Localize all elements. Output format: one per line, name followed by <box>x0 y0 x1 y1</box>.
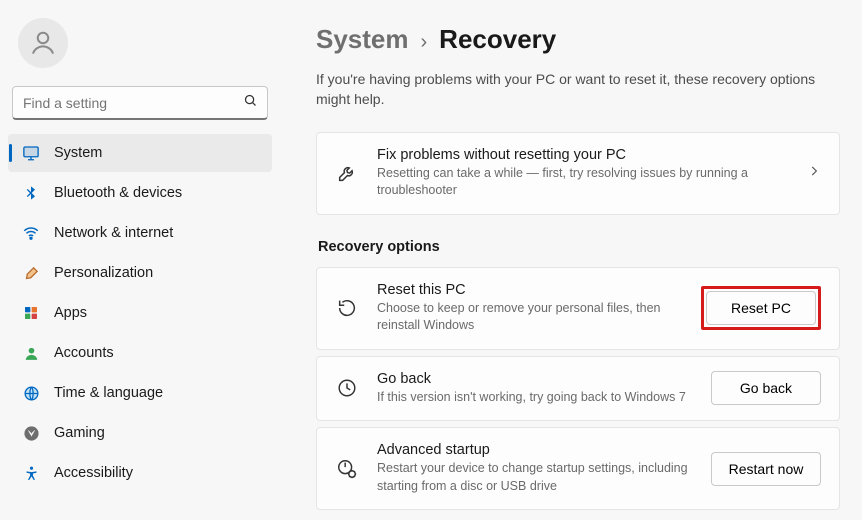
nav: System Bluetooth & devices Network & int… <box>8 134 272 492</box>
person-icon <box>22 344 40 362</box>
sidebar-item-label: Time & language <box>54 385 163 401</box>
card-desc: Restart your device to change startup se… <box>377 460 693 495</box>
card-title: Reset this PC <box>377 282 683 298</box>
go-back-card: Go back If this version isn't working, t… <box>316 356 840 422</box>
advanced-startup-card: Advanced startup Restart your device to … <box>316 427 840 510</box>
sidebar-item-gaming[interactable]: Gaming <box>8 414 272 452</box>
search-container <box>12 86 268 120</box>
card-title: Go back <box>377 371 693 387</box>
display-icon <box>22 144 40 162</box>
main-content: System › Recovery If you're having probl… <box>280 0 862 520</box>
reset-icon <box>335 296 359 320</box>
card-desc: Choose to keep or remove your personal f… <box>377 300 683 335</box>
history-icon <box>335 376 359 400</box>
recovery-options-header: Recovery options <box>318 239 840 255</box>
intro-text: If you're having problems with your PC o… <box>316 69 836 110</box>
fix-problems-card[interactable]: Fix problems without resetting your PC R… <box>316 132 840 215</box>
sidebar: System Bluetooth & devices Network & int… <box>0 0 280 520</box>
sidebar-item-time[interactable]: Time & language <box>8 374 272 412</box>
reset-pc-card: Reset this PC Choose to keep or remove y… <box>316 267 840 350</box>
sidebar-item-bluetooth[interactable]: Bluetooth & devices <box>8 174 272 212</box>
breadcrumb-parent[interactable]: System <box>316 24 409 55</box>
globe-clock-icon <box>22 384 40 402</box>
go-back-button[interactable]: Go back <box>711 371 821 405</box>
accessibility-icon <box>22 464 40 482</box>
reset-pc-button[interactable]: Reset PC <box>706 291 816 325</box>
sidebar-item-accessibility[interactable]: Accessibility <box>8 454 272 492</box>
user-icon <box>28 28 58 58</box>
card-title: Advanced startup <box>377 442 693 458</box>
highlight-box: Reset PC <box>701 286 821 330</box>
sidebar-item-label: Gaming <box>54 425 105 441</box>
chevron-right-icon <box>807 164 821 183</box>
sidebar-item-system[interactable]: System <box>8 134 272 172</box>
wifi-icon <box>22 224 40 242</box>
xbox-icon <box>22 424 40 442</box>
bluetooth-icon <box>22 184 40 202</box>
sidebar-item-label: Bluetooth & devices <box>54 185 182 201</box>
sidebar-item-label: Personalization <box>54 265 153 281</box>
search-input[interactable] <box>12 86 268 120</box>
sidebar-item-network[interactable]: Network & internet <box>8 214 272 252</box>
card-title: Fix problems without resetting your PC <box>377 147 789 163</box>
restart-now-button[interactable]: Restart now <box>711 452 821 486</box>
sidebar-item-apps[interactable]: Apps <box>8 294 272 332</box>
user-profile[interactable] <box>8 12 272 86</box>
chevron-right-icon: › <box>421 31 428 54</box>
wrench-icon <box>335 161 359 185</box>
page-title: Recovery <box>439 24 556 55</box>
apps-icon <box>22 304 40 322</box>
sidebar-item-label: Accessibility <box>54 465 133 481</box>
sidebar-item-label: System <box>54 145 102 161</box>
paintbrush-icon <box>22 264 40 282</box>
sidebar-item-label: Network & internet <box>54 225 173 241</box>
sidebar-item-label: Accounts <box>54 345 114 361</box>
sidebar-item-accounts[interactable]: Accounts <box>8 334 272 372</box>
card-desc: If this version isn't working, try going… <box>377 389 693 407</box>
card-desc: Resetting can take a while — first, try … <box>377 165 767 200</box>
sidebar-item-personalization[interactable]: Personalization <box>8 254 272 292</box>
avatar <box>18 18 68 68</box>
breadcrumb: System › Recovery <box>316 24 840 55</box>
power-gear-icon <box>335 457 359 481</box>
sidebar-item-label: Apps <box>54 305 87 321</box>
